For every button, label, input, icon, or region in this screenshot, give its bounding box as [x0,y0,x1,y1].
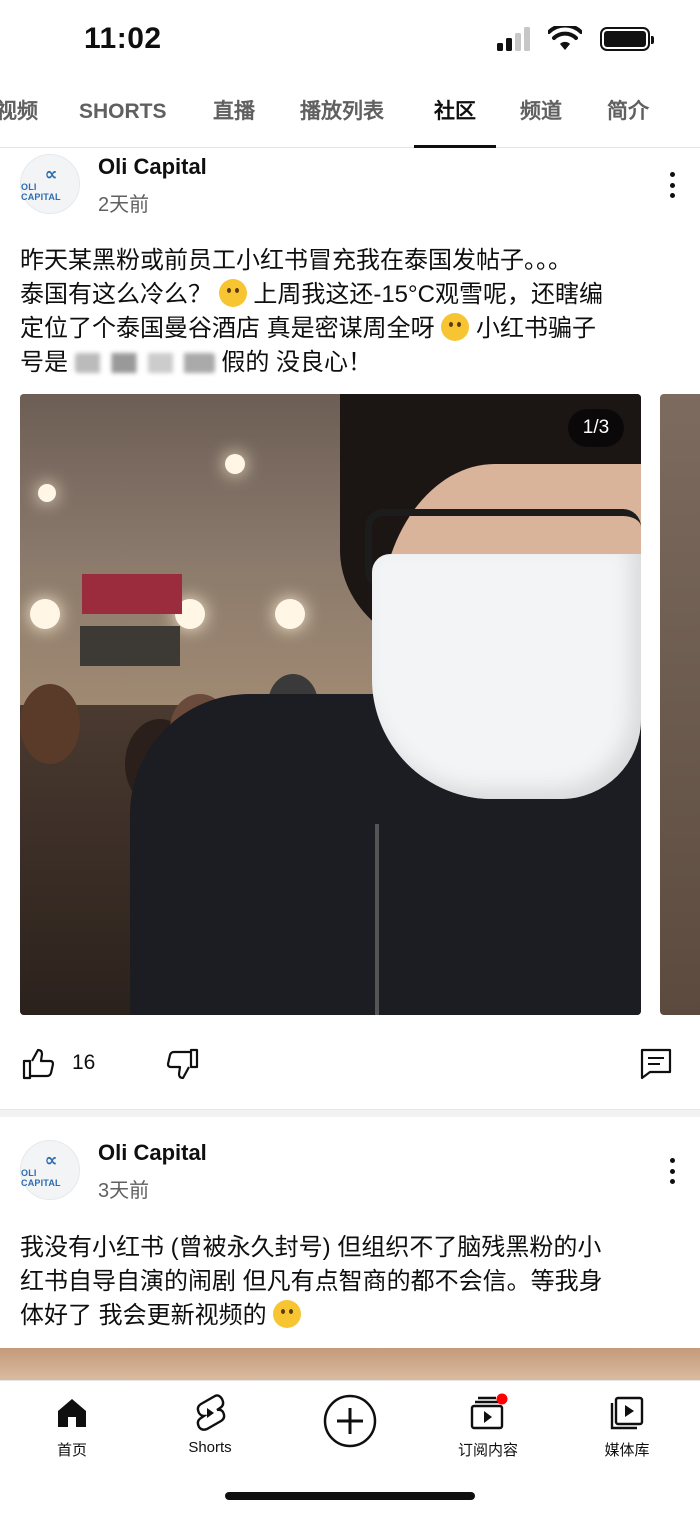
channel-tabs: 视频 SHORTS 直播 播放列表 社区 频道 简介 [0,80,700,148]
status-bar: 11:02 [0,0,700,80]
post-text-segment: 泰国有这么冷么？ [20,281,212,308]
post-text-segment: 号是 [20,349,68,376]
more-options-icon[interactable] [662,1154,682,1188]
post-text-segment: 体好了 我会更新视频的 [20,1302,267,1329]
post-text: 昨天某黑粉或前员工小红书冒充我在泰国发帖子。。。 泰国有这么冷么？ 上周我这还-… [20,244,685,380]
tab-videos[interactable]: 视频 [0,80,38,148]
tab-playlists[interactable]: 播放列表 [300,80,384,148]
post-text-line: 泰国有这么冷么？ 上周我这还-15°C观雪呢，还瞎编 [20,278,685,312]
laughing-emoji-icon [218,279,247,307]
post-text-line: 定位了个泰国曼谷酒店 真是密谋周全呀 小红书骗子 [20,312,685,346]
channel-name[interactable]: Oli Capital [98,1140,207,1166]
nav-label: Shorts [188,1439,232,1456]
nav-label: 订阅内容 [457,1442,518,1459]
redacted-text [74,353,215,373]
grinning-emoji-icon [273,1300,302,1328]
post-text-line: 红书自导自演的闹剧 但凡有点智商的都不会信。等我身 [20,1268,603,1295]
nav-shorts[interactable]: Shorts [150,1393,270,1456]
avatar[interactable]: ∝ OLI CAPITAL [20,154,80,214]
avatar-logo-text: OLI CAPITAL [21,1168,61,1188]
battery-icon [600,27,654,51]
post-image-carousel[interactable]: 1/3 [20,394,700,1015]
post-divider [0,1109,700,1117]
avatar-logo-mark: ∝ [44,1150,58,1170]
nav-subscriptions[interactable]: 订阅内容 [428,1393,548,1460]
post-time: 2天前 [98,194,150,216]
post-text-line: 号是 假的 没良心！ [20,346,685,380]
tab-about[interactable]: 简介 [607,80,649,148]
image-counter-badge: 1/3 [568,409,624,447]
subscriptions-icon [470,1393,508,1430]
post-text-segment: 上周我这还-15°C观雪呢，还瞎编 [246,281,603,308]
post-text-segment: 假的 没良心！ [221,349,373,376]
avatar[interactable]: ∝ OLI CAPITAL [20,1140,80,1200]
post-actions: 16 [0,1040,700,1090]
nav-home[interactable]: 首页 [12,1393,132,1460]
post-text-segment: 小红书骗子 [469,315,597,342]
more-options-icon[interactable] [662,168,682,202]
nav-library[interactable]: 媒体库 [567,1393,687,1460]
post-text-line: 我没有小红书 (曾被永久封号) 但组织不了脑残黑粉的小 [20,1234,602,1261]
post-text-line: 昨天某黑粉或前员工小红书冒充我在泰国发帖子。。。 [20,247,572,274]
dislike-icon[interactable] [165,1046,201,1082]
post-text-segment: 定位了个泰国曼谷酒店 真是密谋周全呀 [20,315,435,342]
nav-label: 首页 [56,1442,87,1459]
post-text: 我没有小红书 (曾被永久封号) 但组织不了脑残黑粉的小 红书自导自演的闹剧 但凡… [20,1231,685,1333]
home-icon [58,1399,86,1427]
zany-face-emoji-icon [441,313,470,341]
channel-name[interactable]: Oli Capital [98,154,207,180]
create-plus-icon [323,1394,377,1448]
status-icons [497,26,654,52]
home-indicator [225,1492,475,1500]
tab-community[interactable]: 社区 [414,80,496,148]
library-icon [610,1396,644,1430]
like-count: 16 [72,1051,96,1074]
nav-create[interactable] [290,1393,410,1449]
next-image-preview[interactable] [660,394,700,1015]
post-text-line: 体好了 我会更新视频的 [20,1299,685,1333]
like-icon[interactable] [20,1046,56,1082]
avatar-logo-mark: ∝ [44,164,58,184]
avatar-logo-text: OLI CAPITAL [21,182,61,202]
tab-live[interactable]: 直播 [213,80,255,148]
wifi-icon [548,26,582,50]
status-time: 11:02 [84,22,162,55]
post-image[interactable]: 1/3 [20,394,641,1015]
shorts-icon [196,1394,226,1431]
comment-icon[interactable] [638,1046,674,1082]
nav-label: 媒体库 [604,1442,650,1459]
cellular-signal-icon [497,27,530,51]
tab-channels[interactable]: 频道 [520,80,562,148]
post-time: 3天前 [98,1180,150,1202]
tab-shorts[interactable]: SHORTS [79,80,167,148]
